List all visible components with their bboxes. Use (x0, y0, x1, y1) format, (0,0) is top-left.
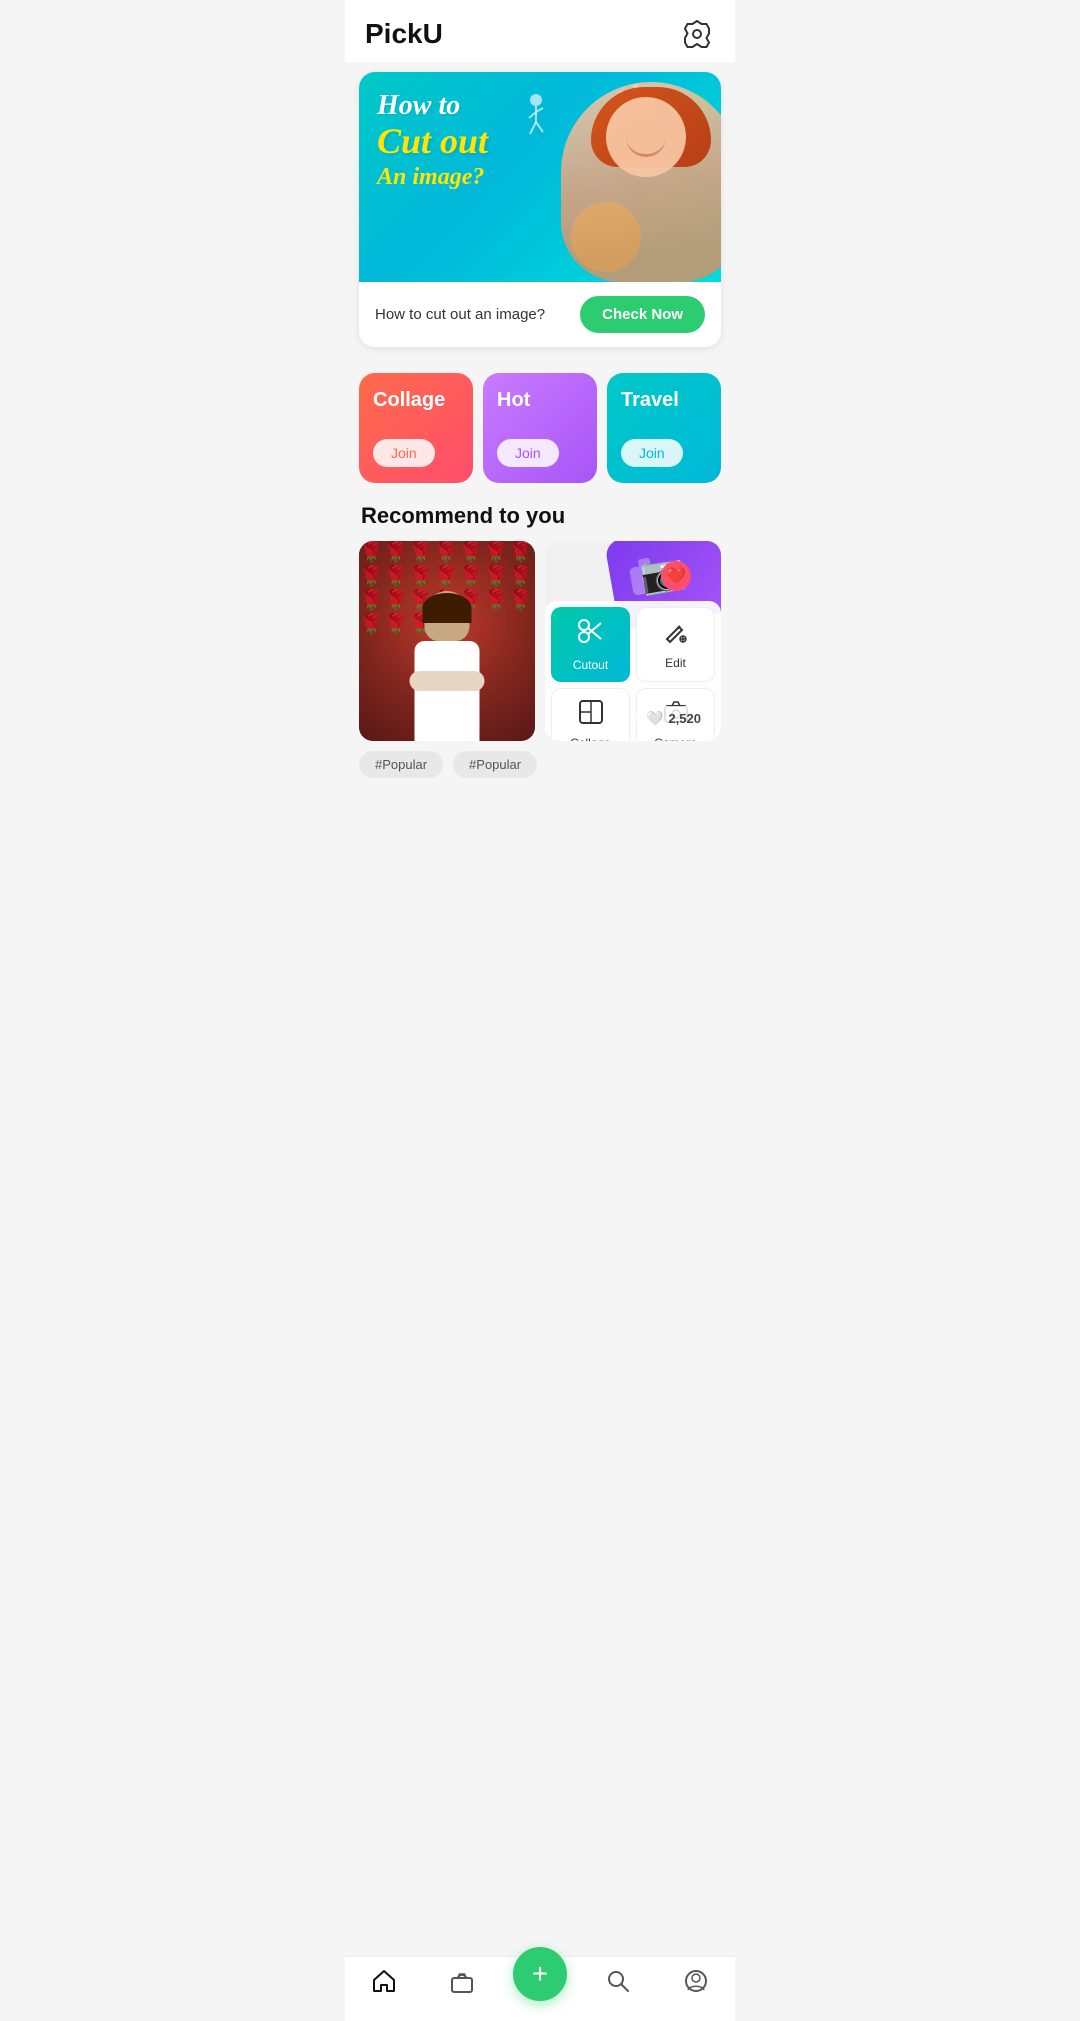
profile-icon (683, 1968, 709, 2001)
banner-person (521, 72, 721, 282)
jumping-figure (521, 92, 551, 147)
settings-button[interactable] (679, 16, 715, 52)
banner-footer: How to cut out an image? Check Now (359, 282, 721, 347)
bottom-nav: + (345, 1956, 735, 2021)
feature-collage-label: Collage (570, 736, 611, 741)
banner-line2: Cut out (377, 122, 488, 162)
banner-image: How to Cut out An image? (359, 72, 721, 282)
create-button[interactable]: + (513, 1947, 567, 2001)
app-title: PickU (365, 18, 443, 50)
heart-badge: ❤️ (661, 561, 691, 591)
category-card-collage[interactable]: Collage Join (359, 373, 473, 483)
like-badge: 🤍 2,520 (636, 706, 711, 731)
tag-popular-left[interactable]: #Popular (359, 751, 443, 778)
nav-search[interactable] (579, 1968, 657, 2001)
feature-camera-label: Camera (654, 736, 697, 741)
nav-home[interactable] (345, 1968, 423, 2001)
banner-line3: An image? (377, 162, 488, 193)
feature-edit-button[interactable]: Edit (636, 607, 715, 682)
collage-icon (578, 699, 604, 730)
rose-background (359, 541, 535, 741)
heart-icon: 🤍 (646, 710, 663, 727)
category-row: Collage Join Hot Join Travel Join (345, 357, 735, 499)
recommend-card-photo[interactable] (359, 541, 535, 741)
features-card-inner: ❤️ Cutout (545, 541, 721, 741)
feature-cutout-button[interactable]: Cutout (551, 607, 630, 682)
banner-footer-text: How to cut out an image? (375, 306, 545, 323)
recommend-card-features[interactable]: ❤️ Cutout (545, 541, 721, 741)
banner-card: How to Cut out An image? (359, 72, 721, 347)
banner-line1: How to (377, 90, 488, 122)
bottom-spacer (345, 794, 735, 874)
plus-icon: + (532, 1960, 548, 1988)
tag-popular-right[interactable]: #Popular (453, 751, 537, 778)
shop-icon (449, 1968, 475, 2001)
recommend-tags: #Popular #Popular (345, 741, 735, 794)
check-now-button[interactable]: Check Now (580, 296, 705, 333)
category-title-hot: Hot (497, 389, 530, 412)
category-title-travel: Travel (621, 389, 679, 412)
nav-plus[interactable]: + (501, 1967, 579, 2001)
feature-cutout-label: Cutout (573, 658, 608, 672)
category-card-hot[interactable]: Hot Join (483, 373, 597, 483)
category-card-travel[interactable]: Travel Join (607, 373, 721, 483)
nav-shop[interactable] (423, 1968, 501, 2001)
header: PickU (345, 0, 735, 62)
scissors-icon (577, 617, 605, 652)
home-icon (371, 1968, 397, 2001)
category-title-collage: Collage (373, 389, 445, 412)
travel-join-button[interactable]: Join (621, 439, 683, 467)
recommend-grid: ❤️ Cutout (345, 541, 735, 741)
recommend-title: Recommend to you (345, 499, 735, 541)
search-icon (605, 1968, 631, 2001)
banner-text: How to Cut out An image? (377, 90, 488, 193)
nav-profile[interactable] (657, 1968, 735, 2001)
like-count: 2,520 (668, 711, 701, 726)
main-content: How to Cut out An image? (345, 72, 735, 884)
feature-collage-button[interactable]: Collage (551, 688, 630, 741)
edit-icon (663, 619, 689, 650)
collage-join-button[interactable]: Join (373, 439, 435, 467)
person-figure (405, 591, 490, 741)
hot-join-button[interactable]: Join (497, 439, 559, 467)
feature-edit-label: Edit (665, 656, 686, 670)
